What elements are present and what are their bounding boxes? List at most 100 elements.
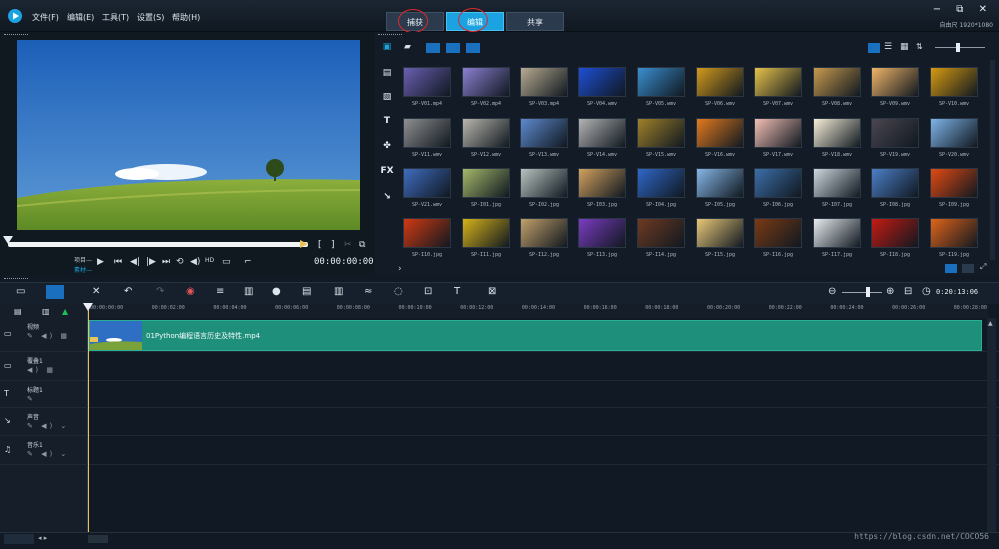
thumbnail-size-slider[interactable]	[935, 47, 985, 48]
zoom-slider-handle[interactable]	[866, 287, 870, 297]
media-thumbnail[interactable]	[520, 67, 568, 97]
motion-tracking-icon[interactable]: ●	[272, 286, 281, 297]
ripple-edit-icon[interactable]: ▲	[62, 307, 68, 316]
menu-edit[interactable]: 编辑(E)	[67, 12, 94, 23]
zoom-slider[interactable]	[842, 292, 882, 293]
media-thumbnail[interactable]	[578, 118, 626, 148]
title-overlay-icon[interactable]: T	[454, 286, 460, 297]
mark-out-button[interactable]: ]	[331, 240, 335, 250]
media-thumbnail[interactable]	[520, 168, 568, 198]
media-thumbnail[interactable]	[403, 118, 451, 148]
media-thumbnail[interactable]	[462, 67, 510, 97]
expand-library-icon[interactable]: ›	[398, 264, 402, 274]
menu-tools[interactable]: 工具(T)	[102, 12, 129, 23]
instant-project-icon[interactable]: ▤	[380, 68, 394, 80]
media-thumbnail[interactable]	[578, 218, 626, 248]
show-photo-icon[interactable]	[446, 43, 460, 53]
sound-mixer-icon[interactable]: ≡	[216, 286, 224, 297]
media-thumbnail[interactable]	[871, 218, 919, 248]
media-thumbnail[interactable]	[696, 118, 744, 148]
resize-icon[interactable]: ⤢	[980, 262, 986, 272]
media-thumbnail[interactable]	[520, 118, 568, 148]
media-thumbnail[interactable]	[930, 67, 978, 97]
repeat-icon[interactable]: ⟲	[176, 257, 184, 267]
media-thumbnail[interactable]	[696, 168, 744, 198]
media-thumbnail[interactable]	[754, 168, 802, 198]
menu-file[interactable]: 文件(F)	[32, 12, 59, 23]
playhead[interactable]	[88, 304, 89, 532]
record-capture-icon[interactable]: ◉	[186, 286, 195, 297]
media-thumbnail[interactable]	[578, 168, 626, 198]
crop-icon[interactable]: ⌐	[244, 257, 252, 267]
subtitle-editor-icon[interactable]: ▤	[302, 286, 311, 297]
media-thumbnail[interactable]	[930, 168, 978, 198]
toolbox-icon[interactable]: ✕	[92, 286, 100, 297]
mark-in-button[interactable]: [	[318, 240, 322, 250]
media-thumbnail[interactable]	[637, 218, 685, 248]
show-audio-icon[interactable]	[466, 43, 480, 53]
track-controls[interactable]: ✎ ◀) ⌄	[27, 450, 69, 458]
timeline-view-icon[interactable]	[46, 285, 64, 299]
timeline-scrollbar[interactable]	[987, 318, 996, 532]
track-controls[interactable]: ◀) ▦	[27, 366, 56, 374]
mode-clip-label[interactable]: 素材—	[74, 265, 92, 274]
scrubber-handle[interactable]	[3, 236, 13, 246]
panel-grip[interactable]	[4, 34, 28, 36]
window-controls[interactable]: − ⧉ ✕	[933, 4, 993, 15]
media-thumbnail[interactable]	[754, 118, 802, 148]
aspect-ratio-icon[interactable]: ▭	[222, 257, 231, 267]
track-manager-icon[interactable]: ▤	[14, 307, 22, 316]
timeline-track[interactable]	[0, 436, 999, 465]
storyboard-view-icon[interactable]: ▭	[16, 286, 25, 297]
tab-share[interactable]: 共享	[506, 12, 564, 31]
media-thumbnail[interactable]	[462, 218, 510, 248]
playhead-handle[interactable]	[83, 303, 93, 311]
media-thumbnail[interactable]	[754, 67, 802, 97]
library-option-icon[interactable]	[945, 264, 957, 273]
auto-music-icon[interactable]: ▥	[244, 286, 253, 297]
fit-project-icon[interactable]: ⊟	[904, 286, 912, 297]
timeline-track[interactable]	[0, 381, 999, 408]
thumbnail-view-icon[interactable]	[868, 43, 880, 53]
copy-icon[interactable]: ⧉	[359, 240, 365, 250]
undo-icon[interactable]: ↶	[124, 286, 132, 297]
scroll-up-icon[interactable]: ▲	[988, 320, 993, 327]
play-icon[interactable]: ▶	[97, 257, 104, 267]
media-thumbnail[interactable]	[403, 168, 451, 198]
transition-icon[interactable]: ▧	[380, 92, 394, 104]
zoom-in-icon[interactable]: ⊕	[886, 286, 894, 297]
timeline-track[interactable]	[0, 408, 999, 436]
path-icon[interactable]: ↘	[380, 192, 394, 204]
track-controls[interactable]: ✎ ◀) ▦	[27, 332, 70, 340]
media-thumbnail[interactable]	[403, 218, 451, 248]
media-thumbnail[interactable]	[813, 118, 861, 148]
playback-scrubber[interactable]	[8, 242, 308, 247]
project-duration[interactable]: 0:20:13:06	[936, 288, 978, 296]
media-thumbnail[interactable]	[696, 67, 744, 97]
media-thumbnail[interactable]	[813, 67, 861, 97]
media-icon[interactable]: ▣	[380, 42, 394, 54]
track-controls[interactable]: ✎ ◀) ⌄	[27, 422, 69, 430]
media-thumbnail[interactable]	[578, 67, 626, 97]
sort-icon[interactable]: ⇅	[916, 42, 923, 51]
mask-creator-icon[interactable]: ◌	[394, 286, 403, 297]
thumbnail-size-handle[interactable]	[956, 43, 960, 52]
media-thumbnail[interactable]	[930, 118, 978, 148]
next-frame-icon[interactable]: |▶	[146, 257, 156, 267]
add-marker-icon[interactable]: ▥	[42, 307, 50, 316]
media-thumbnail[interactable]	[754, 218, 802, 248]
prev-frame-icon[interactable]: ◀|	[130, 257, 140, 267]
timeline-track[interactable]	[0, 352, 999, 381]
mode-project-label[interactable]: 项目—	[74, 255, 92, 264]
menu-help[interactable]: 帮助(H)	[172, 12, 200, 23]
media-thumbnail[interactable]	[871, 67, 919, 97]
multi-camera-icon[interactable]: ▥	[334, 286, 343, 297]
media-thumbnail[interactable]	[462, 118, 510, 148]
library-scrollbar[interactable]	[990, 60, 995, 260]
panel-grip[interactable]	[378, 34, 402, 36]
media-thumbnail[interactable]	[637, 118, 685, 148]
home-icon[interactable]: ⏮	[114, 257, 122, 267]
end-icon[interactable]: ⏭	[162, 257, 170, 267]
scroll-arrows-icon[interactable]: ◂ ▸	[38, 534, 47, 542]
title-icon[interactable]: T	[380, 116, 394, 128]
